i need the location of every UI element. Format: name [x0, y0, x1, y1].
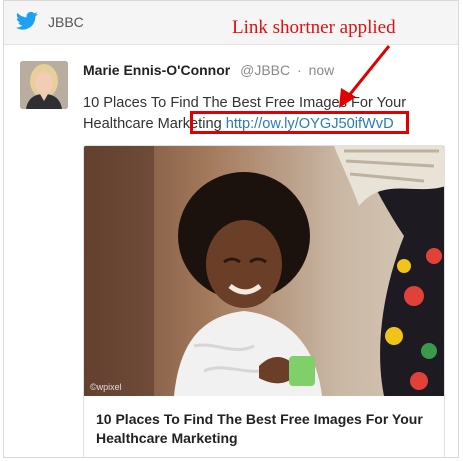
image-credit: ©wpixel: [90, 382, 122, 392]
tweet-widget: JBBC Marie Ennis-O'Connor @JBBC · now 10…: [3, 0, 459, 458]
separator-dot: ·: [297, 62, 302, 78]
card-image[interactable]: [84, 146, 445, 396]
link-preview-card[interactable]: ©wpixel 10 Places To Find The Best Free …: [83, 145, 445, 457]
avatar[interactable]: [20, 61, 68, 109]
tweet-author-line: Marie Ennis-O'Connor @JBBC · now: [83, 62, 334, 78]
tweet-timestamp[interactable]: now: [309, 62, 335, 78]
author-name[interactable]: Marie Ennis-O'Connor: [83, 62, 230, 78]
avatar-portrait: [20, 61, 68, 109]
author-handle[interactable]: @JBBC: [240, 62, 290, 78]
annotation-text: Link shortner applied: [232, 17, 396, 38]
link-highlight-box: [190, 111, 409, 134]
card-title[interactable]: 10 Places To Find The Best Free Images F…: [96, 410, 426, 448]
twitter-bird-icon[interactable]: [16, 11, 38, 31]
header-account-name[interactable]: JBBC: [48, 14, 84, 30]
